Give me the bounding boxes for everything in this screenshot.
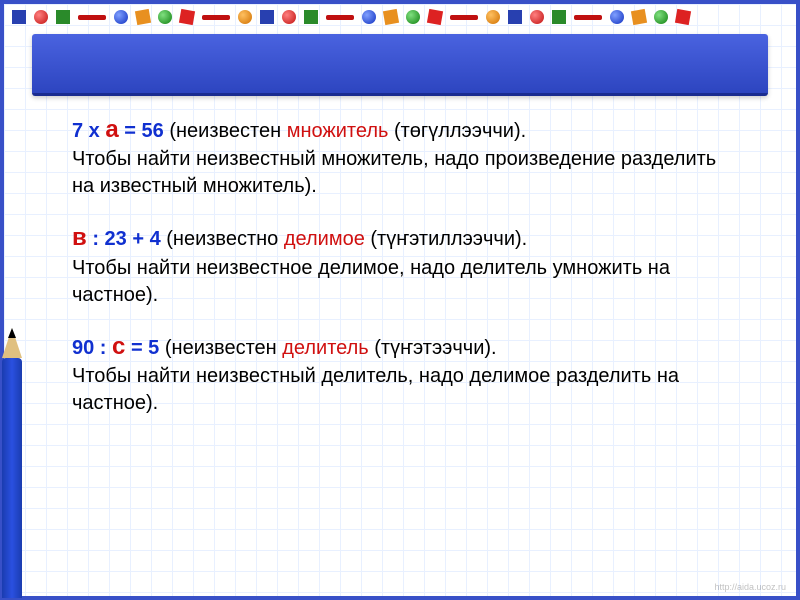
cube-icon xyxy=(427,9,443,25)
term-translit: (түҥэтээччи). xyxy=(369,337,497,359)
sphere-icon xyxy=(406,10,420,24)
cube-icon xyxy=(260,10,274,24)
slide-content: 7 х а = 56 (неизвестен множитель (төгүлл… xyxy=(72,114,728,566)
term-name: делитель xyxy=(282,337,368,359)
sphere-icon xyxy=(158,10,172,24)
title-bar xyxy=(32,34,768,96)
sphere-icon xyxy=(238,10,252,24)
stick-icon xyxy=(202,15,230,20)
cube-icon xyxy=(179,9,195,25)
cube-icon xyxy=(135,9,151,25)
cube-icon xyxy=(383,9,399,25)
term-name: множитель xyxy=(287,120,389,142)
top-border-shapes xyxy=(4,4,796,30)
rule-block-divisor: 90 : с = 5 (неизвестен делитель (түҥэтээ… xyxy=(72,331,728,417)
rule-open: (неизвестен xyxy=(159,337,282,359)
sphere-icon xyxy=(34,10,48,24)
term-translit: (төгүллээччи). xyxy=(388,120,526,142)
pencil-icon xyxy=(2,358,22,598)
equation-variable: в xyxy=(72,224,87,251)
equation-text: : 23 + 4 xyxy=(87,228,161,250)
stick-icon xyxy=(450,15,478,20)
cube-icon xyxy=(552,10,566,24)
equation-text: = 56 xyxy=(119,120,164,142)
cube-icon xyxy=(631,9,647,25)
cube-icon xyxy=(304,10,318,24)
rule-open: (неизвестен xyxy=(164,120,287,142)
rule-open: (неизвестно xyxy=(161,228,284,250)
cube-icon xyxy=(675,9,691,25)
rule-block-multiplier: 7 х а = 56 (неизвестен множитель (төгүлл… xyxy=(72,114,728,200)
stick-icon xyxy=(326,15,354,20)
equation-variable: с xyxy=(112,333,125,360)
rule-block-dividend: в : 23 + 4 (неизвестно делимое (түҥэтилл… xyxy=(72,222,728,308)
sphere-icon xyxy=(282,10,296,24)
slide-frame: 7 х а = 56 (неизвестен множитель (төгүлл… xyxy=(0,0,800,600)
rule-body: Чтобы найти неизвестный делитель, надо д… xyxy=(72,365,679,414)
equation-text: = 5 xyxy=(125,337,159,359)
sphere-icon xyxy=(654,10,668,24)
sphere-icon xyxy=(362,10,376,24)
cube-icon xyxy=(56,10,70,24)
sphere-icon xyxy=(486,10,500,24)
equation-text: 7 х xyxy=(72,120,105,142)
sphere-icon xyxy=(530,10,544,24)
equation-variable: а xyxy=(105,116,118,143)
cube-icon xyxy=(508,10,522,24)
equation-text: 90 : xyxy=(72,337,112,359)
sphere-icon xyxy=(114,10,128,24)
watermark-text: http://aida.ucoz.ru xyxy=(714,582,786,592)
sphere-icon xyxy=(610,10,624,24)
term-translit: (түҥэтиллээччи). xyxy=(365,228,527,250)
cube-icon xyxy=(12,10,26,24)
stick-icon xyxy=(574,15,602,20)
rule-body: Чтобы найти неизвестный множитель, надо … xyxy=(72,148,716,197)
rule-body: Чтобы найти неизвестное делимое, надо де… xyxy=(72,257,670,306)
stick-icon xyxy=(78,15,106,20)
term-name: делимое xyxy=(284,228,365,250)
